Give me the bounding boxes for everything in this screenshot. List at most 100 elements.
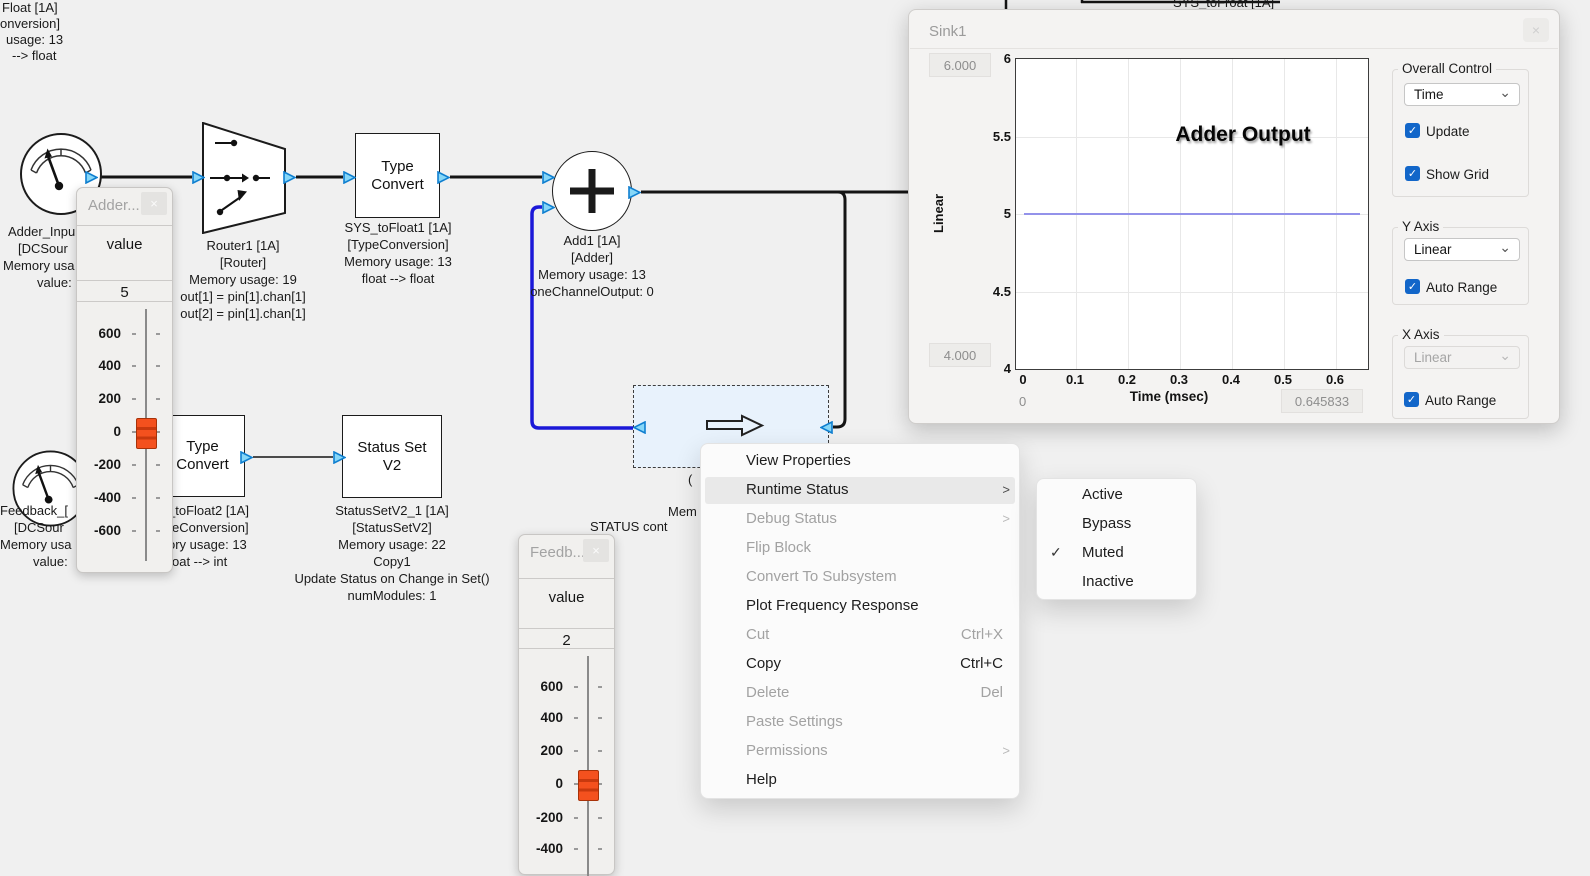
close-button[interactable]: × [141,192,167,215]
divider [519,648,614,649]
menu-item-label: Runtime Status [746,481,849,498]
submenu-item-muted[interactable]: ✓Muted [1037,539,1196,568]
close-button[interactable]: × [1523,18,1549,42]
submenu-item-inactive[interactable]: Inactive [1037,568,1196,597]
clipped-label-fragment: Mem [668,504,697,520]
submenu-item-active[interactable]: Active [1037,481,1196,510]
menu-item-permissions: Permissions> [701,737,1019,766]
x-tick-label: 0.4 [1222,372,1240,387]
block-label-line: [StatusSetV2] [352,520,432,536]
menu-item-help[interactable]: Help [701,766,1019,795]
tick-label: 200 [540,744,563,758]
menu-item-label: Copy [746,655,781,672]
x-axis-group: X Axis Linear ⌄ ✓ Auto Range [1392,335,1529,419]
field-label: value [519,589,614,606]
y-scale-dropdown[interactable]: Linear ⌄ [1404,238,1520,261]
menu-item-label: Paste Settings [746,713,843,730]
app-canvas: { "diagram": { "corner_label": {"lines":… [0,0,1590,859]
block-label-line: SYS_toFloat1 [1A] [345,220,452,236]
shortcut-label: Ctrl+C [960,655,1003,672]
input-port-icon [542,171,555,184]
block-text: Type Convert [172,438,234,474]
chevron-down-icon: ⌄ [1499,239,1511,256]
chart-plot-area[interactable]: Adder Output [1015,58,1369,370]
output-port-icon [240,451,253,464]
menu-item-copy[interactable]: Copy Ctrl+C [701,650,1019,679]
input-port-icon [192,171,205,184]
tick-label: 0 [113,425,121,439]
y-tick-label: 5.5 [987,129,1011,144]
menu-item-label: Inactive [1082,573,1134,590]
update-checkbox[interactable]: ✓ [1405,123,1420,138]
divider [77,225,172,226]
tick-label: -200 [94,458,121,472]
chevron-down-icon: ⌄ [1499,84,1511,101]
clipped-label-line: onversion] [0,16,60,32]
menu-item-view-properties[interactable]: View Properties [701,447,1019,476]
chevron-down-icon: ⌄ [1499,347,1511,364]
submenu-arrow-icon: > [1002,482,1010,497]
runtime-status-submenu: Active Bypass ✓Muted Inactive [1036,478,1197,600]
sink1-window: Sink1 × 6.000 4.000 Linear Adder Output … [908,9,1560,424]
block-label-line: Memory usage: 13 [344,254,452,270]
input-port-icon [333,451,346,464]
y-tick-label: 4 [987,361,1011,376]
wire-feedback-branch [833,192,845,427]
type-convert-block[interactable]: Type Convert [355,133,440,218]
checkmark-icon: ✓ [1050,544,1062,561]
clipped-label-line: --> float [12,48,56,64]
y-tick-label: 6 [987,51,1011,66]
checkbox-label: Auto Range [1425,393,1496,408]
y-min-readout: 4.000 [929,343,991,367]
block-label-line: Memory usa [0,537,72,553]
close-icon: × [592,543,600,558]
value-field[interactable]: 2 [519,632,614,649]
output-port-icon [283,171,296,184]
menu-item-label: Active [1082,486,1123,503]
slider-handle[interactable] [136,418,157,449]
right-arrow-icon [703,413,767,439]
checkmark-icon: ✓ [1408,124,1417,137]
close-button[interactable]: × [583,539,609,562]
router-block[interactable] [202,122,286,234]
menu-item-convert-to-subsystem: Convert To Subsystem [701,563,1019,592]
domain-dropdown[interactable]: Time ⌄ [1404,83,1520,106]
plus-icon [552,151,632,231]
menu-item-delete: DeleteDel [701,679,1019,708]
submenu-arrow-icon: > [1002,743,1010,758]
input-port-icon [820,421,833,434]
clipped-label-line: Float [1A] [2,0,58,16]
submenu-item-bypass[interactable]: Bypass [1037,510,1196,539]
block-label-line: Memory usage: 22 [338,537,446,553]
value-field[interactable]: 5 [77,284,172,301]
context-menu: View Properties Runtime Status> Debug St… [700,443,1020,799]
block-label-line: [DCSour [14,520,64,536]
tick-label: 200 [98,392,121,406]
tick-label: 0 [555,777,563,791]
divider [77,280,172,281]
show-grid-checkbox[interactable]: ✓ [1405,166,1420,181]
menu-item-plot-frequency-response[interactable]: Plot Frequency Response [701,592,1019,621]
slider-panel-feedback: Feedb... × value 2 600 400 200 0 -200 -4… [518,534,615,875]
menu-item-runtime-status[interactable]: Runtime Status > [701,476,1019,505]
block-label-line: value: [37,275,72,291]
menu-item-label: Help [746,771,777,788]
output-port-icon [628,186,641,199]
panel-title: Feedb... [530,544,585,561]
overall-control-group: Overall Control Time ⌄ ✓ Update ✓ Show G… [1392,69,1529,197]
y-auto-range-checkbox[interactable]: ✓ [1405,279,1420,294]
x-max-readout: 0.645833 [1281,389,1363,413]
tick-label: 400 [98,359,121,373]
x-scale-dropdown: Linear ⌄ [1404,346,1520,369]
menu-item-label: Convert To Subsystem [746,568,897,585]
x-auto-range-checkbox[interactable]: ✓ [1404,392,1419,407]
x-tick-label: 0.2 [1118,372,1136,387]
status-set-block[interactable]: Status Set V2 [342,415,442,498]
slider-handle[interactable] [578,770,599,801]
chart-title: Adder Output [1175,123,1310,147]
divider [77,301,172,302]
close-icon: × [1532,22,1540,38]
divider [519,578,614,579]
checkmark-icon: ✓ [1407,393,1416,406]
dropdown-value: Linear [1414,242,1452,257]
